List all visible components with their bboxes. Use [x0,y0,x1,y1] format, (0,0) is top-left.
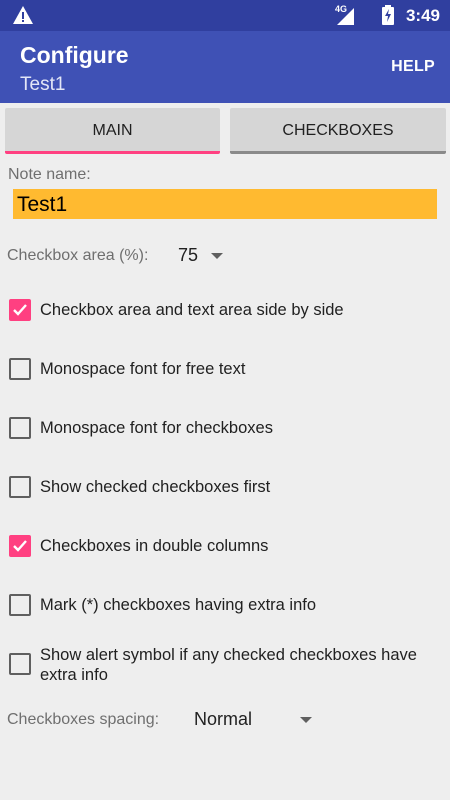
option-label: Show checked checkboxes first [40,478,271,496]
option-alert-symbol[interactable]: Show alert symbol if any checked checkbo… [0,643,450,691]
option-side-by-side[interactable]: Checkbox area and text area side by side [0,290,450,330]
checkbox-unchecked-icon[interactable] [9,476,31,498]
checkboxes-spacing-label: Checkboxes spacing: [7,711,160,728]
dropdown-arrow-icon[interactable] [300,717,312,723]
tab-checkboxes[interactable]: CHECKBOXES [230,108,446,154]
option-mark-extra-info[interactable]: Mark (*) checkboxes having extra info [0,585,450,625]
tab-main[interactable]: MAIN [5,108,220,154]
option-monospace-checkboxes[interactable]: Monospace font for checkboxes [0,408,450,448]
app-bar: Configure Test1 HELP [0,31,450,103]
checkbox-unchecked-icon[interactable] [9,594,31,616]
option-monospace-free-text[interactable]: Monospace font for free text [0,349,450,389]
option-label: Show alert symbol if any checked checkbo… [40,646,417,684]
checkbox-area-label: Checkbox area (%): [7,247,149,264]
signal-icon [337,8,354,25]
checkbox-checked-icon[interactable] [9,535,31,557]
checkbox-checked-icon[interactable] [9,299,31,321]
checkbox-area-select[interactable]: 75 [178,245,198,266]
option-checked-first[interactable]: Show checked checkboxes first [0,467,450,507]
note-name-label: Note name: [8,166,91,183]
note-name-input[interactable]: Test1 [13,189,437,219]
option-label: Checkboxes in double columns [40,537,269,555]
option-label: Monospace font for free text [40,360,246,378]
checkbox-unchecked-icon[interactable] [9,417,31,439]
page-title: Configure [20,42,129,68]
help-button[interactable]: HELP [391,58,435,76]
option-double-columns[interactable]: Checkboxes in double columns [0,526,450,566]
page-subtitle: Test1 [20,74,66,95]
battery-icon [382,5,394,25]
dropdown-arrow-icon[interactable] [211,253,223,259]
option-label: Monospace font for checkboxes [40,419,273,437]
checkboxes-spacing-select[interactable]: Normal [194,709,252,730]
clock: 3:49 [405,6,440,25]
alert-icon [13,6,33,24]
option-label: Checkbox area and text area side by side [40,301,344,319]
option-label: Mark (*) checkboxes having extra info [40,596,317,614]
checkbox-unchecked-icon[interactable] [9,358,31,380]
checkbox-unchecked-icon[interactable] [9,653,31,675]
status-bar: 4G 3:49 [0,0,450,31]
